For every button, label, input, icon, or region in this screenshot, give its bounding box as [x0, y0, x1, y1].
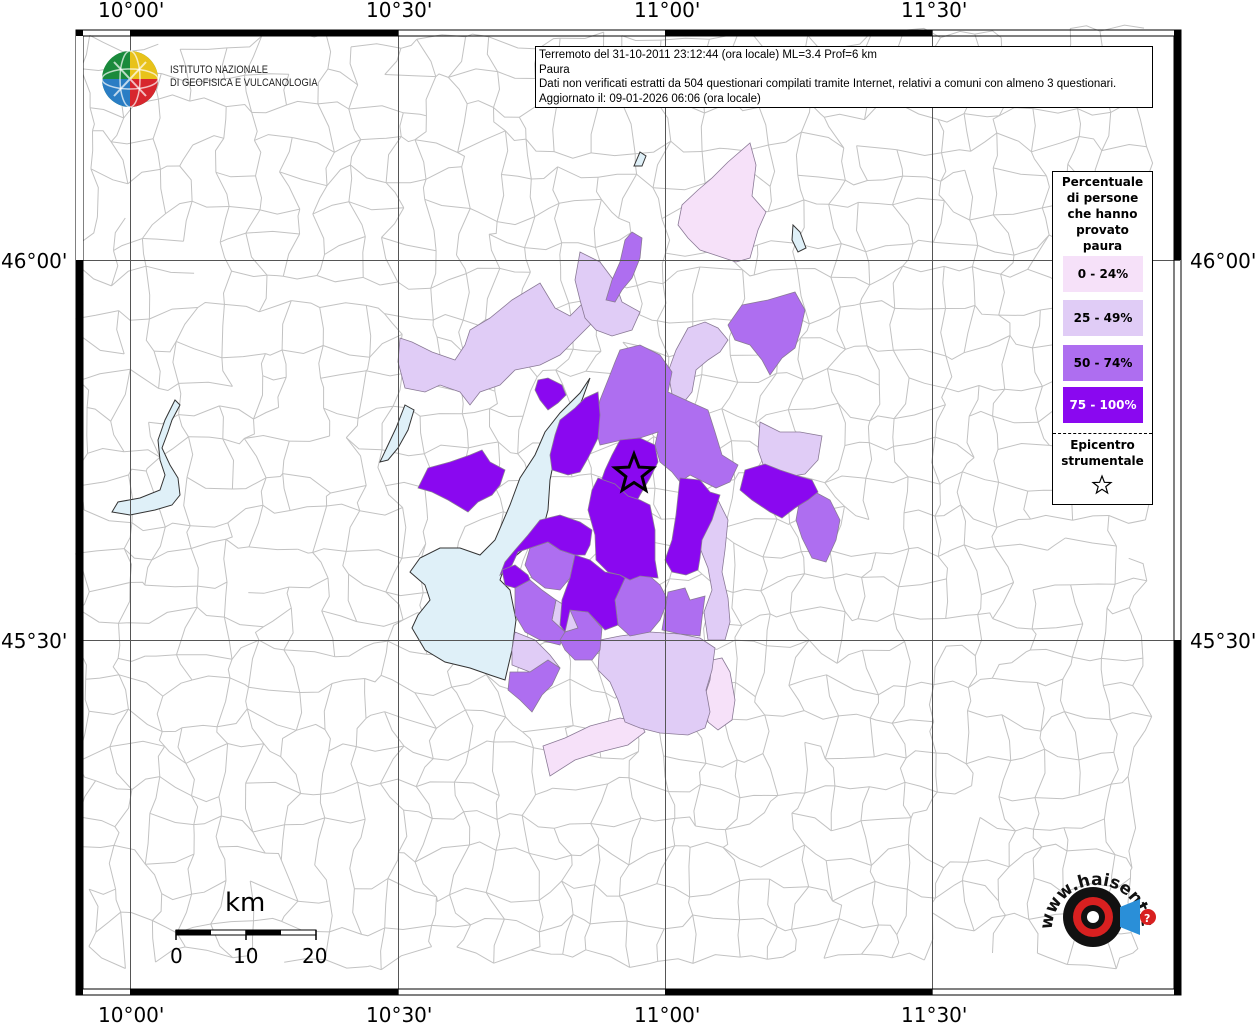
municipal-boundary-line [118, 622, 150, 624]
legend-title: Percentuale di persone che hanno provato… [1053, 174, 1152, 254]
lon-tick-top-3: 11°00' [634, 0, 700, 22]
legend-class-75-100: 75 - 100% [1063, 387, 1143, 423]
legend-title-text: Percentuale di persone che hanno provato… [1061, 175, 1144, 253]
scale-bar-label-0: 0 [170, 944, 183, 968]
lon-tick-top-2: 10°30' [366, 0, 432, 22]
hst-question-icon: ? [1144, 912, 1150, 925]
event-info-line4: Aggiornato il: 09-01-2026 06:06 (ora loc… [539, 92, 761, 105]
ingv-name-line2: DI GEOFISICA E VULCANOLOGIA [170, 77, 318, 89]
event-info-line1: Terremoto del 31-10-2011 23:12:44 (ora l… [539, 49, 877, 61]
scale-bar-label-10: 10 [233, 944, 259, 968]
legend-class-0-24: 0 - 24% [1063, 256, 1143, 292]
lon-tick-bottom-1: 10°00' [98, 1003, 164, 1024]
lat-tick-left-2: 45°30' [1, 629, 67, 653]
ingv-globe-icon [101, 50, 159, 108]
lon-tick-bottom-4: 11°30' [901, 1003, 967, 1024]
lon-tick-top-4: 11°30' [901, 0, 967, 22]
event-info-line2: Paura [539, 63, 570, 76]
lon-tick-bottom-2: 10°30' [366, 1003, 432, 1024]
legend-epicenter-label: Epicentro strumentale [1061, 438, 1144, 468]
lat-tick-right-1: 46°00' [1190, 249, 1255, 273]
event-info-line3: Dati non verificati estratti da 504 ques… [539, 78, 1117, 90]
ingv-name-line1: ISTITUTO NAZIONALE [170, 64, 269, 76]
legend-class-50-74: 50 - 74% [1063, 345, 1143, 381]
lat-tick-left-1: 46°00' [1, 249, 67, 273]
legend-epicenter-star-icon [1091, 474, 1113, 495]
haisentitoilterremoto-logo: www.haisentitoilterremoto.it ? [1030, 855, 1157, 947]
ingv-name: ISTITUTO NAZIONALE DI GEOFISICA E VULCAN… [170, 64, 318, 90]
lon-tick-top-1: 10°00' [98, 0, 164, 22]
scale-bar-label-20: 20 [302, 944, 328, 968]
map-legend: Percentuale di persone che hanno provato… [1052, 171, 1153, 505]
event-info-box: Terremoto del 31-10-2011 23:12:44 (ora l… [535, 46, 1153, 108]
legend-separator [1053, 433, 1152, 434]
legend-class-25-49: 25 - 49% [1063, 300, 1143, 336]
lat-tick-right-2: 45°30' [1190, 629, 1255, 653]
lon-tick-bottom-3: 11°00' [634, 1003, 700, 1024]
